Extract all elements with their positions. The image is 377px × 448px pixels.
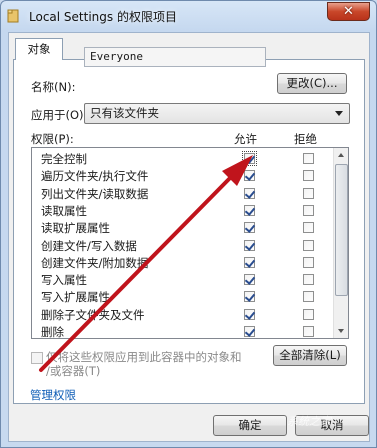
permission-name: 创建文件/写入数据 bbox=[41, 238, 137, 253]
apply-to-label: 应用于(O): bbox=[31, 108, 88, 122]
allow-checkbox[interactable] bbox=[244, 187, 255, 199]
allow-checkbox[interactable] bbox=[244, 222, 255, 234]
permission-name: 删除子文件夹及文件 bbox=[41, 307, 145, 322]
apply-to-containers-label: 仅将这些权限应用到此容器中的对象和 /或容器(T) bbox=[46, 350, 242, 378]
allow-checkbox[interactable] bbox=[244, 204, 255, 216]
permission-row[interactable]: 遍历文件夹/执行文件 bbox=[32, 167, 335, 184]
permissions-label: 权限(P): bbox=[31, 132, 74, 146]
permission-row[interactable]: 列出文件夹/读取数据 bbox=[32, 185, 335, 202]
allow-checkbox[interactable] bbox=[244, 291, 255, 303]
deny-checkbox[interactable] bbox=[303, 256, 314, 268]
window-title: Local Settings 的权限项目 bbox=[29, 10, 177, 24]
permissions-list[interactable]: 完全控制遍历文件夹/执行文件 列出文件夹/读取数据 读取属性读取扩展属性创建文件/写… bbox=[31, 147, 349, 339]
apply-to-containers-checkbox[interactable] bbox=[31, 352, 43, 364]
apply-to-value: 只有该文件夹 bbox=[90, 106, 159, 120]
deny-checkbox[interactable] bbox=[303, 239, 314, 251]
allow-checkbox[interactable] bbox=[242, 151, 257, 166]
permission-row[interactable]: 写入扩展属性 bbox=[32, 288, 335, 305]
close-button[interactable]: ✕ bbox=[327, 2, 370, 21]
permission-name: 遍历文件夹/执行文件 bbox=[41, 169, 149, 184]
deny-checkbox[interactable] bbox=[303, 308, 314, 320]
deny-checkbox[interactable] bbox=[303, 170, 314, 182]
allow-checkbox[interactable] bbox=[244, 326, 255, 337]
deny-column-header: 拒绝 bbox=[294, 132, 317, 146]
scroll-thumb[interactable] bbox=[335, 164, 348, 296]
title-bar[interactable]: Local Settings 的权限项目 ✕ bbox=[1, 1, 376, 31]
permission-row[interactable]: 读取扩展属性 bbox=[32, 219, 335, 236]
permission-name: 创建文件夹/附加数据 bbox=[41, 255, 149, 270]
ok-button[interactable]: 确定 bbox=[213, 415, 287, 436]
permission-name: 读取属性 bbox=[41, 203, 87, 218]
permission-name: 完全控制 bbox=[41, 152, 87, 166]
folder-icon bbox=[7, 9, 19, 23]
permission-name: 列出文件夹/读取数据 bbox=[41, 186, 149, 201]
permissions-scrollbar[interactable] bbox=[333, 148, 348, 338]
allow-checkbox[interactable] bbox=[244, 239, 255, 251]
permission-row[interactable]: 删除子文件夹及文件 bbox=[32, 306, 335, 323]
permission-row[interactable]: 删除 bbox=[32, 323, 335, 339]
change-principal-button[interactable]: 更改(C)... bbox=[277, 73, 347, 94]
name-label: 名称(N): bbox=[31, 80, 76, 94]
permission-entry-dialog: Local Settings 的权限项目 ✕ 对象 名称(N): Everyon… bbox=[0, 0, 377, 448]
allow-checkbox[interactable] bbox=[244, 170, 255, 182]
apply-label-line1: 仅将这些权限应用到此容器中的对象和 bbox=[46, 350, 242, 364]
deny-checkbox[interactable] bbox=[303, 204, 314, 216]
allow-checkbox[interactable] bbox=[244, 256, 255, 268]
deny-checkbox[interactable] bbox=[303, 274, 314, 286]
permission-name: 读取扩展属性 bbox=[41, 221, 110, 236]
dropdown-arrow-icon bbox=[335, 111, 343, 116]
watermark: 系统之家 bbox=[287, 415, 331, 428]
permission-name: 删除 bbox=[41, 325, 64, 339]
deny-checkbox[interactable] bbox=[303, 153, 314, 164]
permission-row[interactable]: 创建文件/写入数据 bbox=[32, 237, 335, 254]
principal-name-field[interactable]: Everyone bbox=[84, 47, 266, 67]
deny-checkbox[interactable] bbox=[303, 291, 314, 303]
clear-all-button[interactable]: 全部清除(L) bbox=[273, 345, 347, 366]
permission-name: 写入属性 bbox=[41, 273, 87, 288]
deny-checkbox[interactable] bbox=[303, 326, 314, 337]
deny-checkbox[interactable] bbox=[303, 187, 314, 199]
apply-to-select[interactable]: 只有该文件夹 bbox=[84, 103, 350, 124]
scroll-up-icon[interactable] bbox=[334, 148, 348, 163]
deny-checkbox[interactable] bbox=[303, 222, 314, 234]
permission-row[interactable]: 写入属性 bbox=[32, 271, 335, 288]
allow-checkbox[interactable] bbox=[244, 308, 255, 320]
permission-row[interactable]: 读取属性 bbox=[32, 202, 335, 219]
scroll-down-icon[interactable] bbox=[334, 323, 348, 338]
permission-row[interactable]: 完全控制 bbox=[32, 150, 335, 167]
manage-permissions-link[interactable]: 管理权限 bbox=[30, 387, 76, 403]
permission-name: 写入扩展属性 bbox=[41, 290, 110, 305]
permission-row[interactable]: 创建文件夹/附加数据 bbox=[32, 254, 335, 271]
allow-checkbox[interactable] bbox=[244, 274, 255, 286]
allow-column-header: 允许 bbox=[234, 132, 257, 146]
tab-object[interactable]: 对象 bbox=[15, 38, 63, 60]
apply-label-line2: /或容器(T) bbox=[46, 364, 101, 378]
